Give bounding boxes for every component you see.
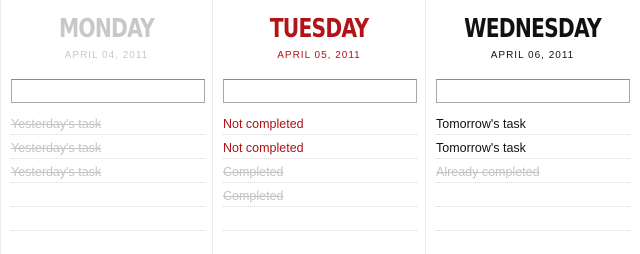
day-column-wednesday: Wednesday April 06, 2011 Tomorrow's task… bbox=[426, 0, 639, 254]
new-task-input-wednesday[interactable] bbox=[436, 79, 630, 103]
task-item[interactable]: Completed bbox=[223, 159, 417, 183]
task-item[interactable]: Already completed bbox=[436, 159, 630, 183]
empty-task-slot[interactable] bbox=[436, 207, 630, 231]
empty-task-slot[interactable] bbox=[11, 183, 205, 207]
task-list-wednesday: Tomorrow's task Tomorrow's task Already … bbox=[436, 111, 630, 231]
day-date: April 05, 2011 bbox=[277, 50, 361, 61]
task-item[interactable]: Tomorrow's task bbox=[436, 111, 630, 135]
empty-task-slot[interactable] bbox=[11, 207, 205, 231]
task-item[interactable]: Not completed bbox=[223, 111, 417, 135]
day-date: April 06, 2011 bbox=[490, 50, 575, 61]
task-item[interactable]: Completed bbox=[223, 183, 417, 207]
task-list-monday: Yesterday's task Yesterday's task Yester… bbox=[11, 111, 205, 231]
day-title: Wednesday bbox=[464, 14, 602, 44]
day-column-tuesday: Tuesday April 05, 2011 Not completed Not… bbox=[213, 0, 426, 254]
task-item[interactable]: Tomorrow's task bbox=[436, 135, 630, 159]
task-item[interactable]: Yesterday's task bbox=[11, 135, 205, 159]
task-item[interactable]: Not completed bbox=[223, 135, 417, 159]
empty-task-slot[interactable] bbox=[223, 207, 417, 231]
new-task-input-monday[interactable] bbox=[11, 79, 205, 103]
task-list-tuesday: Not completed Not completed Completed Co… bbox=[223, 111, 417, 231]
day-date: April 04, 2011 bbox=[64, 50, 149, 61]
day-title: Monday bbox=[59, 14, 155, 44]
empty-task-slot[interactable] bbox=[436, 183, 630, 207]
day-column-monday: Monday April 04, 2011 Yesterday's task Y… bbox=[0, 0, 213, 254]
week-board: Monday April 04, 2011 Yesterday's task Y… bbox=[0, 0, 640, 254]
new-task-input-tuesday[interactable] bbox=[223, 79, 417, 103]
day-title: Tuesday bbox=[269, 14, 369, 44]
task-item[interactable]: Yesterday's task bbox=[11, 159, 205, 183]
task-item[interactable]: Yesterday's task bbox=[11, 111, 205, 135]
